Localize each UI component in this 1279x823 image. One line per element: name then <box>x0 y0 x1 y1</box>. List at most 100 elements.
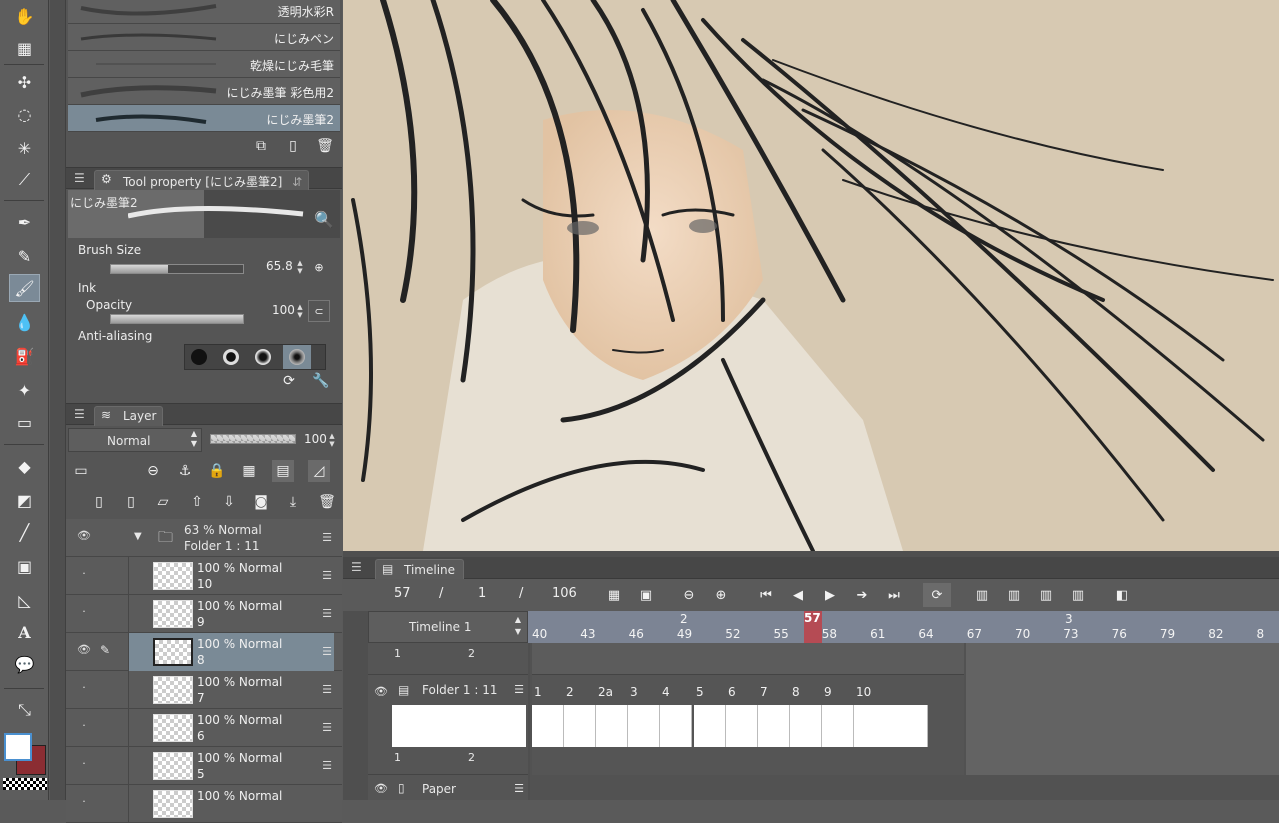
tab-spinner-icon[interactable]: ⇵ <box>292 175 302 189</box>
eye-hidden-icon[interactable]: · <box>74 757 94 773</box>
new-brush-icon[interactable]: ▯ <box>282 135 304 157</box>
antialias-none-icon[interactable] <box>191 349 207 365</box>
correction-icon[interactable]: ⤡ <box>9 696 40 724</box>
cel-thumbnail[interactable] <box>564 705 596 747</box>
cel-thumbnail[interactable] <box>660 705 692 747</box>
magnify-icon[interactable]: 🔍 <box>314 210 334 229</box>
panel-menu-icon[interactable]: ☰ <box>74 407 85 421</box>
timeline-select[interactable]: Timeline 1 ▲ ▼ <box>368 611 528 643</box>
zoom-in-icon[interactable]: ⊕ <box>710 586 732 604</box>
loop-icon[interactable]: ⟳ <box>923 583 951 607</box>
cel-thumbnail[interactable] <box>854 705 928 747</box>
transparent-color-icon[interactable] <box>3 778 47 790</box>
move-icon[interactable]: ✣ <box>9 68 40 96</box>
cel-thumbnail[interactable] <box>596 705 628 747</box>
track-row-folder[interactable]: 👁 ▤ Folder 1 : 11 ☰ 1 2 <box>368 675 528 775</box>
cel-thumbnail[interactable] <box>758 705 790 747</box>
layer-menu-icon[interactable]: ☰ <box>322 645 332 658</box>
tab-layer[interactable]: ≋ Layer <box>94 406 164 426</box>
sparkle-icon[interactable]: ✦ <box>9 376 40 404</box>
eye-icon[interactable]: 👁 <box>74 643 94 659</box>
cel-thumbnail[interactable] <box>694 705 726 747</box>
lock-icon[interactable]: 🔒 <box>206 460 228 482</box>
tab-tool-property[interactable]: ⚙ Tool property [にじみ墨筆2] ⇵ <box>94 170 310 190</box>
ruler-icon[interactable]: ◺ <box>9 586 40 614</box>
layer-row[interactable]: · 100 % Normal 5 ☰ <box>66 747 342 785</box>
opacity-pressure-icon[interactable]: ⊂ <box>308 300 330 322</box>
pencil-icon[interactable]: ✎ <box>9 242 40 270</box>
brush-icon[interactable]: 🖌 <box>9 274 40 302</box>
track-menu-icon[interactable]: ☰ <box>514 782 524 795</box>
balloon-icon[interactable]: 💬 <box>9 650 40 678</box>
reference-icon[interactable]: ⚓ <box>174 460 196 482</box>
antialias-medium-icon[interactable] <box>255 349 271 365</box>
cel-label[interactable]: 8 <box>792 685 800 699</box>
layer-row[interactable]: · 100 % Normal 9 ☰ <box>66 595 342 633</box>
cel-delete-icon[interactable]: ▥ <box>1067 586 1089 604</box>
magic-wand-icon[interactable]: ✳ <box>9 134 40 162</box>
mask-icon[interactable]: ▤ <box>272 460 294 482</box>
frame-ruler[interactable]: 2 3 40 43 46 49 52 55 58 61 64 67 70 73 76 79 82 8 57 <box>528 611 1279 800</box>
eye-hidden-icon[interactable]: · <box>74 719 94 735</box>
layer-menu-icon[interactable]: ☰ <box>322 569 332 582</box>
panel-menu-icon[interactable]: ☰ <box>351 560 362 574</box>
zoom-out-icon[interactable]: ⊖ <box>678 586 700 604</box>
gradient-icon[interactable]: ◩ <box>9 486 40 514</box>
hand-icon[interactable]: ✋ <box>9 2 40 30</box>
track-menu-icon[interactable]: ☰ <box>514 683 524 696</box>
last-frame-icon[interactable]: ⏭ <box>883 586 905 604</box>
main-color-swatch[interactable] <box>4 733 32 761</box>
clip-icon[interactable]: ⊖ <box>142 460 164 482</box>
pressure-icon[interactable]: ⊕ <box>308 256 330 278</box>
light-table-icon[interactable]: ▥ <box>1003 586 1025 604</box>
move-up-icon[interactable]: ⇧ <box>186 491 208 513</box>
layer-color-icon[interactable]: ▭ <box>70 460 92 482</box>
brush-item-selected[interactable]: にじみ墨筆2 <box>68 105 340 132</box>
eye-hidden-icon[interactable]: · <box>74 605 94 621</box>
layer-row[interactable]: · 100 % Normal 6 ☰ <box>66 709 342 747</box>
trash-icon[interactable]: 🗑 <box>316 491 338 513</box>
eye-icon[interactable]: 👁 <box>74 529 94 545</box>
opacity-stepper[interactable]: ▲ ▼ <box>296 303 304 319</box>
line-icon[interactable]: ╱ <box>9 518 40 546</box>
lasso-icon[interactable]: ◌ <box>9 100 40 128</box>
opacity-slider[interactable] <box>110 314 244 324</box>
chevron-down-icon[interactable]: ▼ <box>134 531 142 542</box>
move-down-icon[interactable]: ⇩ <box>218 491 240 513</box>
timeline-options-icon[interactable]: ◧ <box>1111 586 1133 604</box>
eye-hidden-icon[interactable]: · <box>74 567 94 583</box>
copy-brush-icon[interactable]: ⧉ <box>250 135 272 157</box>
eye-hidden-icon[interactable]: · <box>74 795 94 811</box>
layer-opacity-slider[interactable] <box>210 434 296 444</box>
cel-add-icon[interactable]: ▥ <box>1035 586 1057 604</box>
antialias-weak-icon[interactable] <box>223 349 239 365</box>
current-frame[interactable]: 57 <box>394 586 411 601</box>
cel-thumbnail[interactable] <box>822 705 854 747</box>
reset-icon[interactable]: ⟳ <box>278 370 300 392</box>
antialias-strong-icon[interactable] <box>289 349 305 365</box>
prev-frame-icon[interactable]: ◀ <box>787 586 809 604</box>
cel-label[interactable]: 4 <box>662 685 670 699</box>
new-folder-icon[interactable]: ▱ <box>152 491 174 513</box>
specify-cel-icon[interactable]: ▣ <box>635 586 657 604</box>
layer-row-selected[interactable]: 👁 ✎ 100 % Normal 8 ☰ <box>66 633 342 671</box>
onion-skin-icon[interactable]: ▥ <box>971 586 993 604</box>
layer-mask-icon[interactable]: ◙ <box>250 491 272 513</box>
layer-row[interactable]: · 100 % Normal 10 ☰ <box>66 557 342 595</box>
layer-row[interactable]: · 100 % Normal 7 ☰ <box>66 671 342 709</box>
next-frame-icon[interactable]: ➔ <box>851 586 873 604</box>
merge-down-icon[interactable]: ⤓ <box>282 491 304 513</box>
layer-menu-icon[interactable]: ☰ <box>322 759 332 772</box>
cel-label[interactable]: 10 <box>856 685 871 699</box>
new-vector-layer-icon[interactable]: ▯ <box>120 491 142 513</box>
timeline-tracks[interactable]: 1 2 2a 3 4 5 6 7 8 9 10 <box>530 643 1279 800</box>
panel-menu-icon[interactable]: ☰ <box>74 171 85 185</box>
cel-label[interactable]: 3 <box>630 685 638 699</box>
pen-icon[interactable]: ✒ <box>9 208 40 236</box>
layer-row-folder[interactable]: 👁 ▼ 🗀 63 % Normal Folder 1 : 11 ☰ <box>66 519 342 557</box>
brush-item[interactable]: にじみ墨筆 彩色用2 <box>68 78 340 105</box>
water-drop-icon[interactable]: 💧 <box>9 308 40 336</box>
cel-label[interactable]: 2a <box>598 685 613 699</box>
play-icon[interactable]: ▶ <box>819 586 841 604</box>
cel-label[interactable]: 5 <box>696 685 704 699</box>
